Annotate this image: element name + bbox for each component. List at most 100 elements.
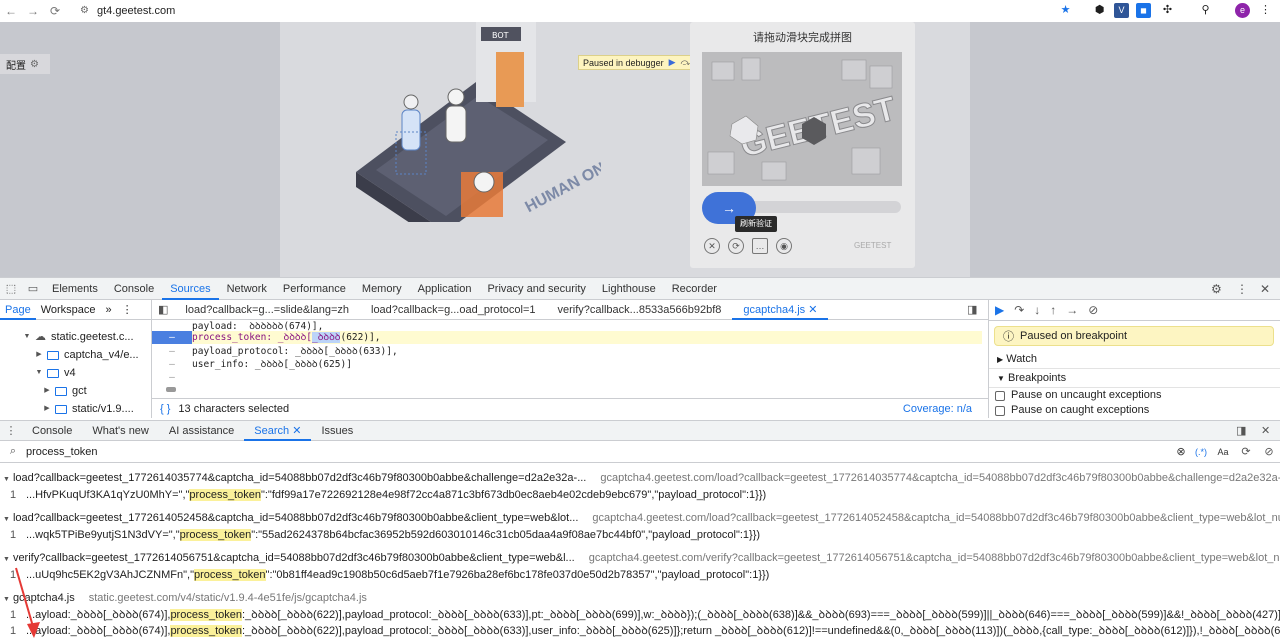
device-toolbar-icon[interactable]: ▭: [22, 282, 44, 295]
result-line[interactable]: 1 ...HfvPKuqUf3KA1qYzU0MhY=","process_tok…: [0, 487, 1280, 503]
tab-console[interactable]: Console: [106, 278, 162, 300]
result-line[interactable]: 1 ...ayload:_ꝺꝺꝺꝺ[_ꝺꝺꝺꝺ(674)],process_tok…: [0, 607, 1280, 623]
tab-network[interactable]: Network: [219, 278, 275, 300]
nav-tab-page[interactable]: Page: [0, 300, 36, 320]
pause-caught-checkbox[interactable]: Pause on caught exceptions: [989, 403, 1280, 418]
tab-privacy-security[interactable]: Privacy and security: [479, 278, 593, 300]
tab-memory[interactable]: Memory: [354, 278, 410, 300]
resume-icon[interactable]: ▶: [669, 57, 676, 68]
close-devtools-icon[interactable]: ✕: [1260, 278, 1270, 300]
settings-gear-icon[interactable]: ⚙: [1211, 278, 1222, 300]
tab-lighthouse[interactable]: Lighthouse: [594, 278, 664, 300]
step-out-icon[interactable]: ↑: [1050, 303, 1056, 317]
dock-icon[interactable]: ◨: [1236, 424, 1246, 437]
extension-icon[interactable]: ⬢: [1092, 3, 1107, 18]
result-line[interactable]: 1 ...wqk5TPiBe9yutjS1N3dVY=","process_tok…: [0, 527, 1280, 543]
checkbox[interactable]: [995, 405, 1005, 416]
search-input[interactable]: process_token: [26, 446, 1172, 458]
close-drawer-icon[interactable]: ✕: [1261, 424, 1270, 437]
pin-icon[interactable]: ⚲: [1198, 3, 1213, 18]
step-over-icon[interactable]: ↷: [1014, 303, 1024, 317]
tree-item[interactable]: ▶ static/v1.9....: [0, 400, 151, 418]
feedback-icon[interactable]: …: [752, 238, 768, 254]
deactivate-breakpoints-icon[interactable]: ⊘: [1088, 303, 1098, 317]
section-watch[interactable]: ▶ Watch: [989, 350, 1280, 369]
result-group[interactable]: ▼ load?callback=geetest_1772614035774&cap…: [0, 469, 1280, 503]
site-info-icon[interactable]: ⚙: [80, 5, 89, 16]
refresh-search-icon[interactable]: ⟳: [1234, 445, 1258, 458]
pretty-print-icon[interactable]: { }: [160, 403, 170, 415]
checkbox[interactable]: [995, 390, 1005, 401]
close-icon[interactable]: ✕: [704, 238, 720, 254]
drawer-tab-issues[interactable]: Issues: [311, 421, 363, 441]
audio-icon[interactable]: ◉: [776, 238, 792, 254]
close-tab-icon[interactable]: ✕: [292, 425, 301, 437]
code-line-current[interactable]: – process_token: _ꝺꝺꝺꝺ[_ꝺꝺꝺꝺ(622)],: [152, 331, 982, 344]
resume-icon[interactable]: ▶: [995, 303, 1004, 317]
clear-results-icon[interactable]: ⊘: [1258, 445, 1280, 458]
toggle-navigator-icon[interactable]: ◧: [152, 303, 174, 316]
code-line[interactable]: – user_info: _ꝺꝺꝺꝺ[_ꝺꝺꝺꝺ(625)]: [152, 358, 982, 371]
tree-item[interactable]: ▶ captcha_v4/e...: [0, 346, 151, 364]
extension-blue-icon[interactable]: ◼: [1136, 3, 1151, 18]
editor-status-bar: { } 13 characters selected Coverage: n/a: [152, 398, 988, 418]
tab-sources[interactable]: Sources: [162, 278, 219, 300]
file-tab[interactable]: verify?callback...8533a566b92bf8: [547, 300, 733, 320]
caret-down-icon: ▼: [3, 516, 10, 523]
search-results: ▼ load?callback=geetest_1772614035774&cap…: [0, 463, 1280, 644]
puzzle-icon[interactable]: ✣: [1160, 3, 1175, 18]
tree-item[interactable]: ▼ ☁ static.geetest.c...: [0, 328, 151, 346]
step-icon[interactable]: →: [1066, 303, 1078, 317]
inspect-element-icon[interactable]: ⬚: [0, 282, 22, 295]
drawer-tab-console[interactable]: Console: [22, 421, 82, 441]
coverage-status[interactable]: Coverage: n/a: [903, 403, 972, 415]
bookmark-star-icon[interactable]: ★: [1058, 3, 1073, 18]
file-tab[interactable]: load?callback=g...oad_protocol=1: [360, 300, 547, 320]
code-line[interactable]: –: [152, 371, 982, 384]
file-tab-active[interactable]: gcaptcha4.js ✕: [732, 300, 829, 320]
step-over-icon[interactable]: ⤼: [681, 57, 691, 68]
address-bar[interactable]: ⚙ gt4.geetest.com: [80, 1, 1080, 20]
horizontal-scrollbar[interactable]: [152, 384, 982, 394]
tab-elements[interactable]: Elements: [44, 278, 106, 300]
result-group[interactable]: ▼ load?callback=geetest_1772614052458&cap…: [0, 509, 1280, 543]
result-url: gcaptcha4.geetest.com/load?callback=geet…: [600, 472, 1280, 484]
close-tab-icon[interactable]: ✕: [808, 304, 817, 316]
more-options-icon[interactable]: ⋮: [1236, 278, 1248, 300]
nav-tab-workspace[interactable]: Workspace: [36, 304, 101, 316]
tree-item[interactable]: ▼ v4: [0, 364, 151, 382]
refresh-icon[interactable]: ⟳: [728, 238, 744, 254]
back-icon[interactable]: ←: [0, 4, 22, 18]
tab-performance[interactable]: Performance: [275, 278, 354, 300]
section-breakpoints[interactable]: ▼ Breakpoints: [989, 369, 1280, 388]
clear-search-icon[interactable]: ⊗: [1172, 445, 1190, 458]
code-line[interactable]: – payload_protocol: _ꝺꝺꝺꝺ[_ꝺꝺꝺꝺ(633)],: [152, 345, 982, 358]
tree-item[interactable]: ▶ gct: [0, 382, 151, 400]
regex-toggle[interactable]: (.*): [1190, 447, 1212, 457]
result-group[interactable]: ▼ gcaptcha4.js static.geetest.com/v4/stati…: [0, 589, 1280, 639]
reload-icon[interactable]: ⟳: [44, 4, 66, 18]
pause-uncaught-checkbox[interactable]: Pause on uncaught exceptions: [989, 388, 1280, 403]
more-tabs-icon[interactable]: »: [101, 304, 117, 316]
nav-menu-icon[interactable]: ⋮: [117, 303, 138, 316]
extension-v-icon[interactable]: V: [1114, 3, 1129, 18]
result-line[interactable]: 1 ...uUq9hc5EK2gV3AhJCZNMFn","process_tok…: [0, 567, 1280, 583]
drawer-tab-whats-new[interactable]: What's new: [82, 421, 159, 441]
caret-down-icon: ▼: [35, 369, 43, 376]
match-case-toggle[interactable]: Aa: [1212, 447, 1234, 457]
config-button[interactable]: 配置 ⚙: [0, 54, 50, 74]
step-into-icon[interactable]: ↓: [1034, 303, 1040, 317]
result-line[interactable]: 1 ...ayload:_ꝺꝺꝺꝺ[_ꝺꝺꝺꝺ(674)],process_tok…: [0, 623, 1280, 639]
file-tab[interactable]: load?callback=g...=slide&lang=zh: [174, 300, 360, 320]
browser-menu-icon[interactable]: ⋮: [1258, 3, 1273, 18]
drawer-tab-ai-assistance[interactable]: AI assistance: [159, 421, 244, 441]
tab-application[interactable]: Application: [410, 278, 480, 300]
tab-recorder[interactable]: Recorder: [664, 278, 725, 300]
drawer-menu-icon[interactable]: ⋮: [0, 424, 22, 437]
profile-avatar[interactable]: e: [1235, 3, 1250, 18]
tree-label: gct: [72, 385, 87, 397]
toggle-debugger-icon[interactable]: ◨: [967, 303, 977, 316]
result-group[interactable]: ▼ verify?callback=geetest_1772614056751&c…: [0, 549, 1280, 583]
forward-icon[interactable]: →: [22, 4, 44, 18]
drawer-tab-search[interactable]: Search ✕: [244, 421, 312, 441]
